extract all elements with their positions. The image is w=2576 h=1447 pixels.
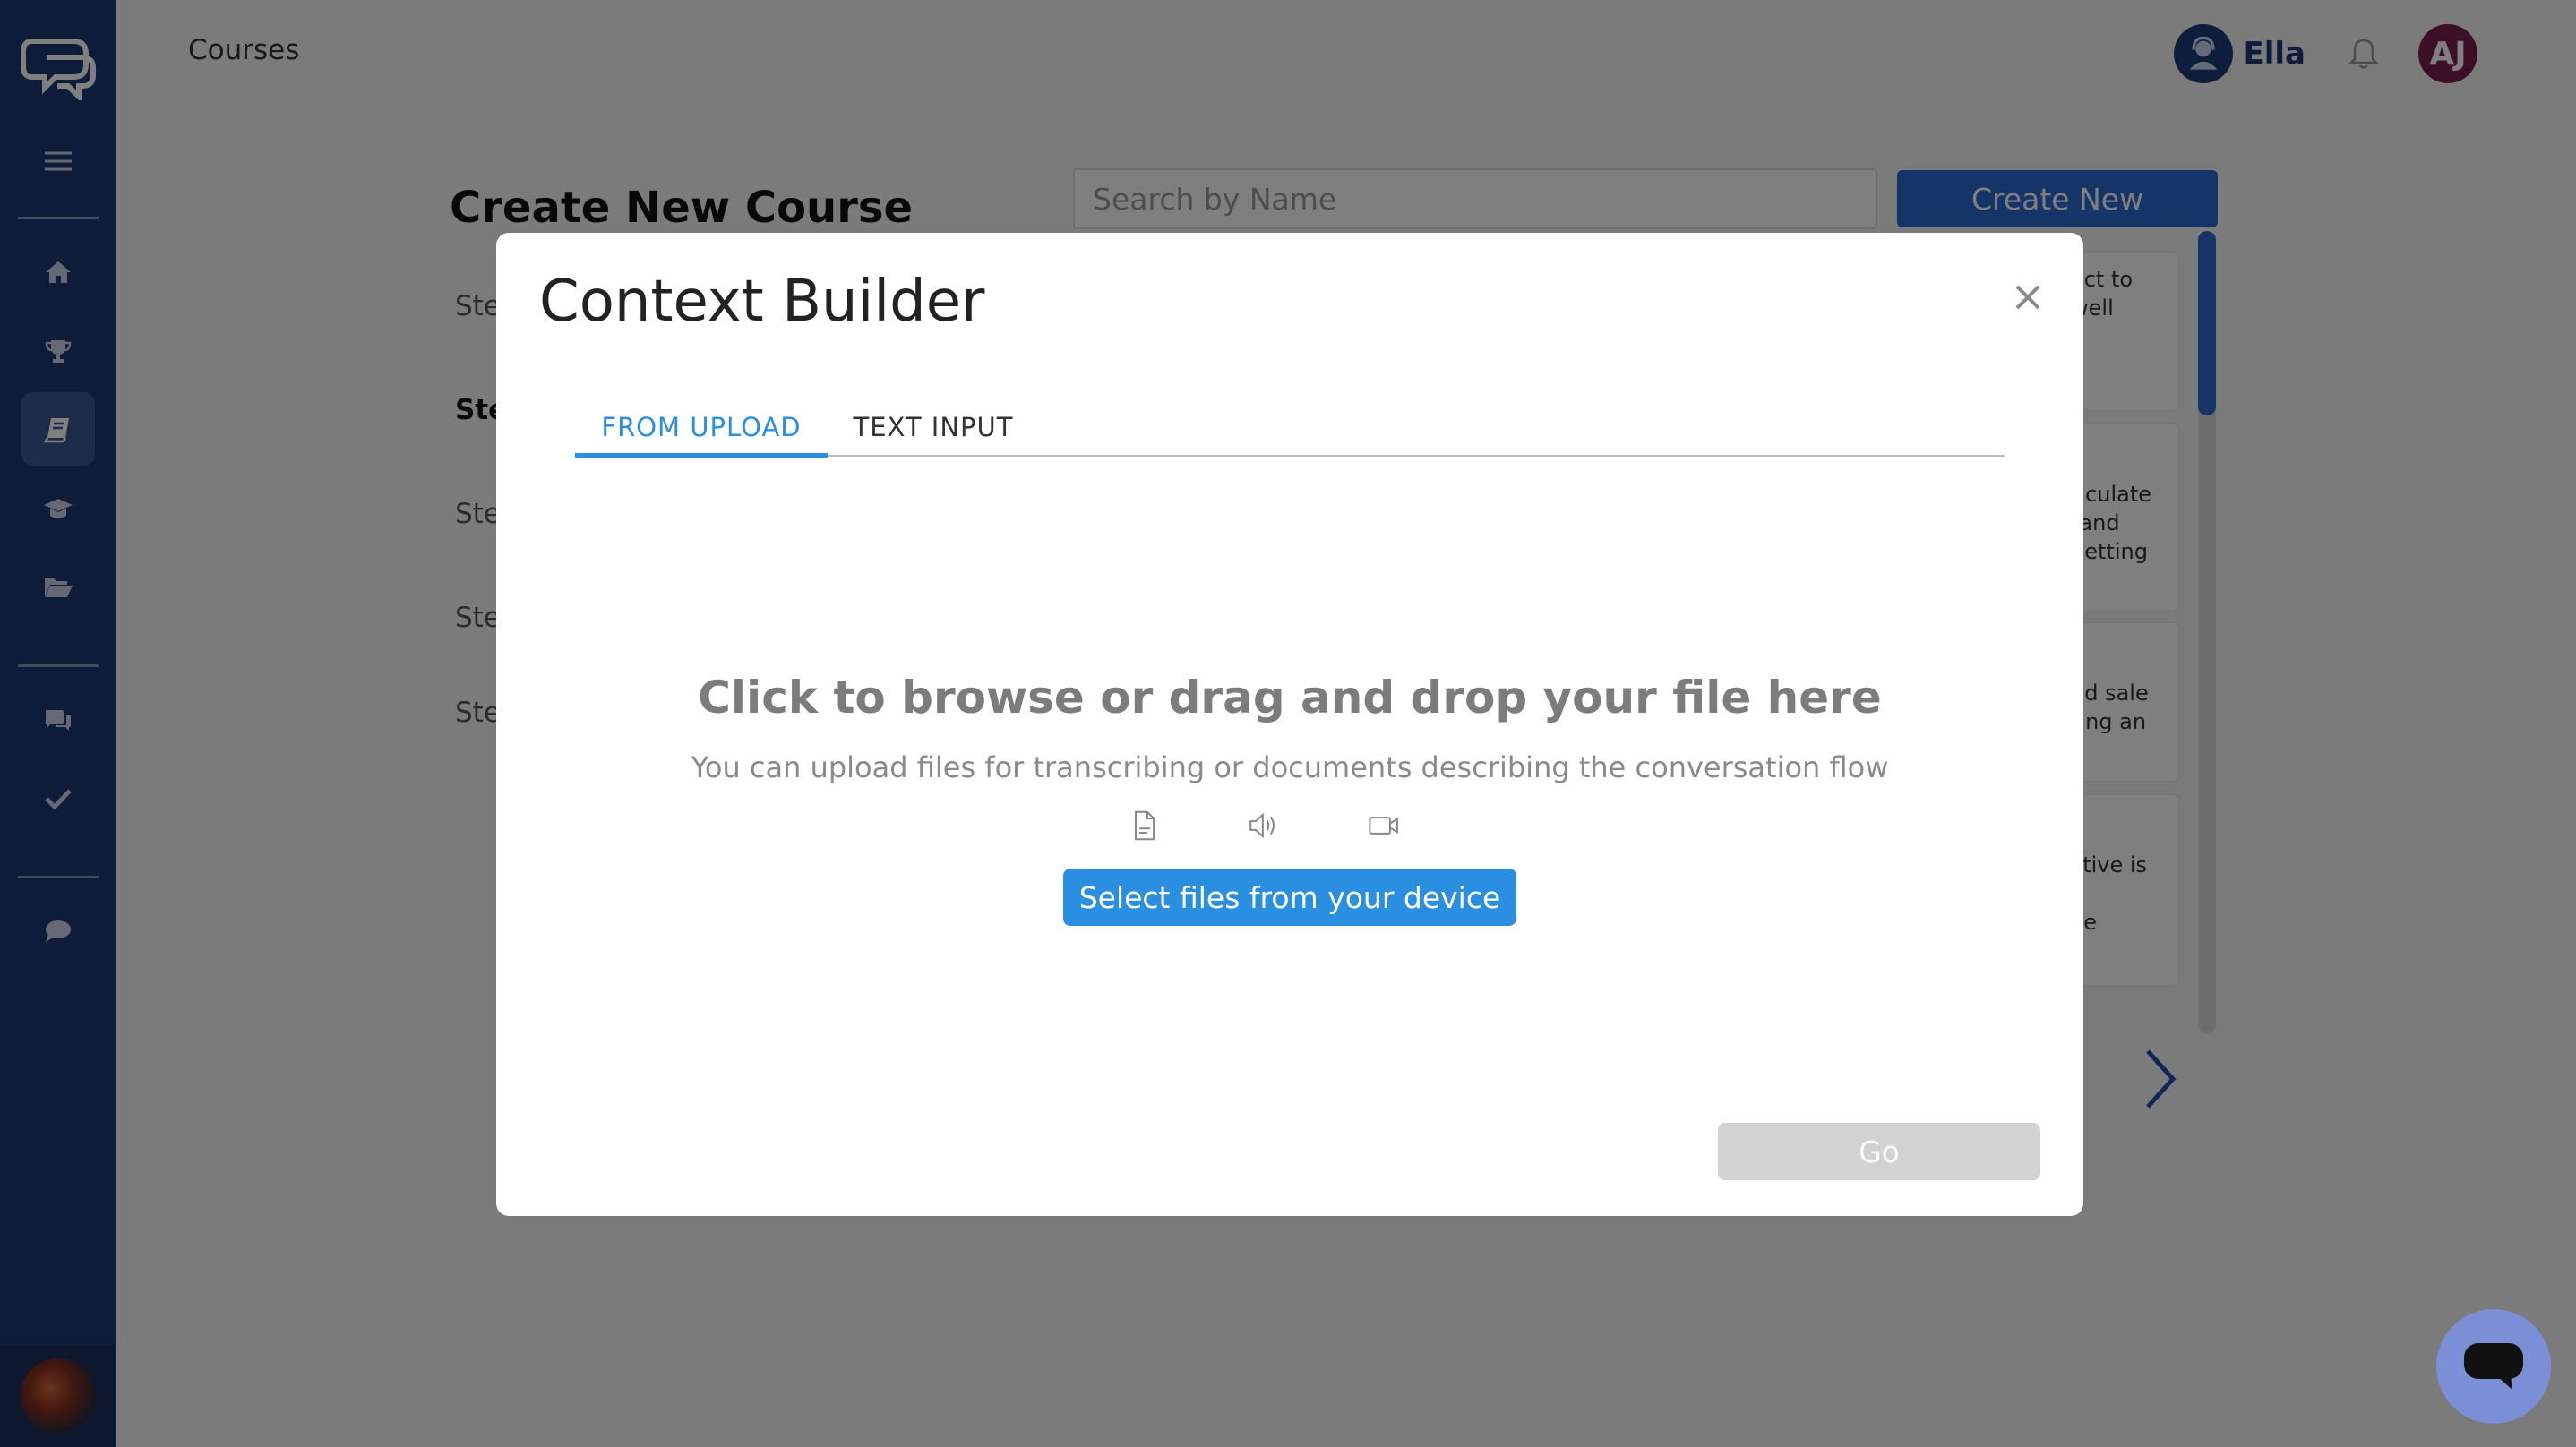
context-builder-modal: Context Builder FROM UPLOAD TEXT INPUT C… — [496, 233, 2083, 1216]
modal-tabs: FROM UPLOAD TEXT INPUT — [575, 412, 2005, 458]
file-type-icons — [1129, 806, 1487, 851]
chat-icon — [2464, 1343, 2523, 1390]
dropzone-title[interactable]: Click to browse or drag and drop your fi… — [496, 672, 2083, 724]
close-icon[interactable] — [2010, 279, 2046, 315]
dropzone-subtitle: You can upload files for transcribing or… — [691, 750, 1889, 784]
document-icon — [1135, 810, 1155, 841]
go-button[interactable]: Go — [1718, 1123, 2040, 1180]
modal-title: Context Builder — [539, 269, 985, 335]
video-icon — [1369, 817, 1398, 835]
audio-icon — [1249, 812, 1275, 839]
chat-launcher-button[interactable] — [2436, 1309, 2551, 1424]
tab-from-upload[interactable]: FROM UPLOAD — [575, 412, 828, 458]
select-files-button[interactable]: Select files from your device — [1063, 869, 1516, 926]
tab-text-input[interactable]: TEXT INPUT — [828, 412, 1039, 457]
